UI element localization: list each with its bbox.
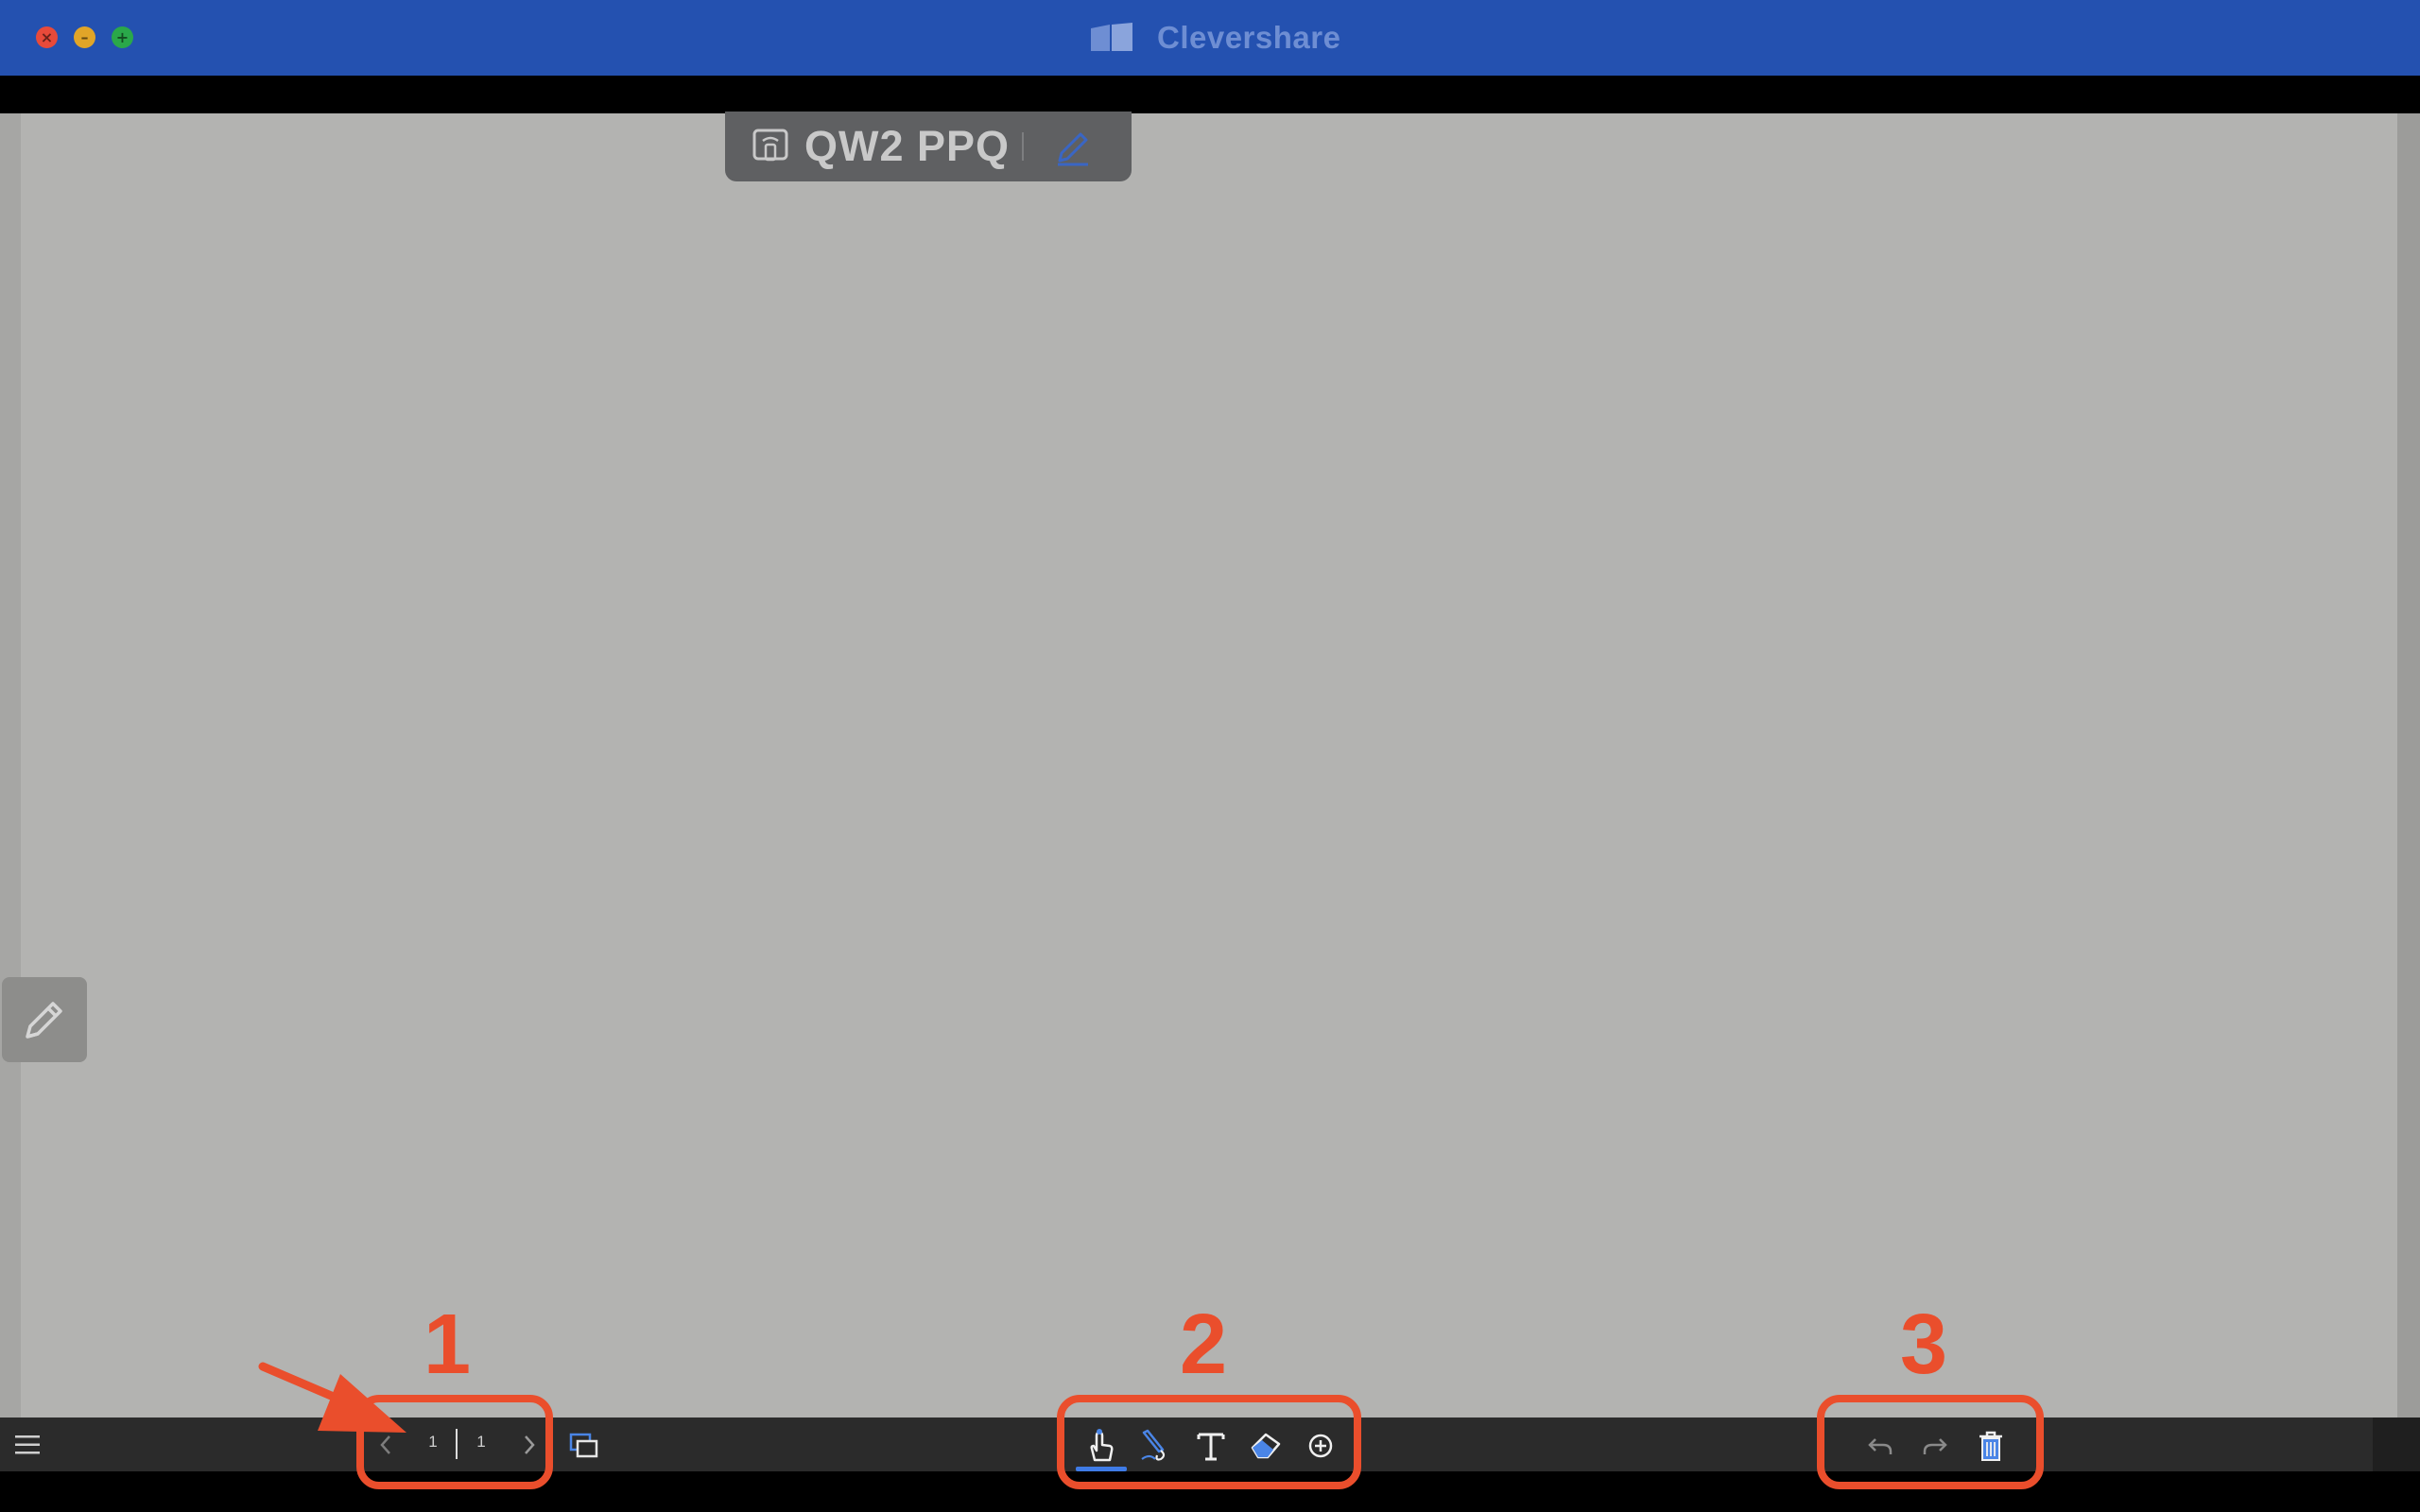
pages-overview-button[interactable] (565, 1429, 603, 1463)
app-title-group: Clevershare (1087, 15, 1340, 60)
window-minimize-button[interactable]: – (74, 26, 95, 48)
clevershare-logo-icon (1091, 23, 1132, 51)
maximize-icon: + (115, 28, 130, 46)
pill-divider (1022, 132, 1024, 161)
annotate-pen-icon[interactable] (1050, 125, 1096, 170)
callout-number-2: 2 (1179, 1297, 1228, 1392)
connection-code-pill: QW2 PPQ (725, 112, 1132, 181)
window-close-button[interactable]: × (36, 26, 58, 48)
title-bar: × – + Clevershare (0, 0, 2420, 76)
title-separator-band (0, 76, 2420, 113)
window-maximize-button[interactable]: + (112, 26, 133, 48)
close-icon: × (40, 28, 54, 46)
app-title: Clevershare (1157, 20, 1341, 55)
callout-box-2 (1057, 1395, 1361, 1489)
whiteboard-canvas[interactable] (21, 113, 2397, 1418)
pencil-icon (26, 1002, 62, 1039)
callout-box-3 (1817, 1395, 2044, 1489)
bottom-toolbar-corner (2373, 1418, 2420, 1471)
canvas-right-edge (2397, 113, 2420, 1418)
screen-cast-icon (752, 129, 788, 162)
menu-icon[interactable] (13, 1433, 42, 1457)
layers-icon (569, 1433, 598, 1458)
callout-number-3: 3 (1899, 1297, 1948, 1392)
whiteboard-area (0, 113, 2420, 1418)
connection-code: QW2 PPQ (804, 122, 1011, 170)
side-pencil-button[interactable] (2, 977, 87, 1062)
callout-arrow-icon (258, 1362, 406, 1433)
minimize-icon: – (80, 28, 89, 46)
